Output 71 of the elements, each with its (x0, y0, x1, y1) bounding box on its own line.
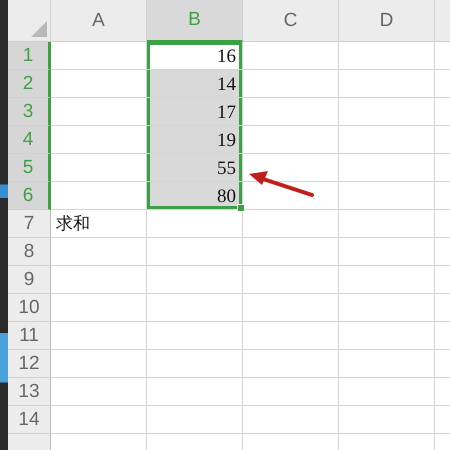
table-cell[interactable] (243, 322, 339, 350)
table-cell[interactable] (51, 406, 147, 434)
row-header[interactable]: 7 (8, 210, 51, 238)
column-header[interactable]: C (243, 0, 339, 42)
table-cell[interactable] (339, 98, 435, 126)
table-cell[interactable] (339, 266, 435, 294)
row-header[interactable]: 14 (8, 406, 51, 434)
table-cell[interactable] (243, 98, 339, 126)
table-cell[interactable] (339, 406, 435, 434)
column-header[interactable]: D (339, 0, 435, 42)
table-cell[interactable] (51, 42, 147, 70)
row-header[interactable]: 9 (8, 266, 51, 294)
table-cell[interactable] (339, 238, 435, 266)
row-header[interactable]: 13 (8, 378, 51, 406)
table-cell[interactable] (51, 238, 147, 266)
table-cell[interactable] (51, 350, 147, 378)
table-cell[interactable] (51, 322, 147, 350)
table-cell[interactable] (51, 378, 147, 406)
table-cell[interactable] (243, 154, 339, 182)
table-cell[interactable] (51, 70, 147, 98)
column-header[interactable] (435, 0, 450, 42)
table-cell[interactable] (339, 126, 435, 154)
table-cell[interactable] (147, 322, 243, 350)
table-cell[interactable] (339, 42, 435, 70)
table-cell[interactable] (243, 70, 339, 98)
row-header[interactable]: 8 (8, 238, 51, 266)
table-cell[interactable] (147, 350, 243, 378)
table-cell[interactable]: 19 (147, 126, 243, 154)
table-cell[interactable] (51, 154, 147, 182)
table-cell[interactable] (51, 266, 147, 294)
triangle-icon (31, 21, 47, 37)
table-cell[interactable] (147, 406, 243, 434)
table-cell[interactable] (243, 210, 339, 238)
table-cell[interactable] (339, 70, 435, 98)
table-cell[interactable] (243, 266, 339, 294)
table-cell[interactable] (243, 350, 339, 378)
table-cell[interactable] (243, 238, 339, 266)
table-cell[interactable] (339, 154, 435, 182)
table-cell[interactable] (339, 322, 435, 350)
table-cell[interactable] (51, 126, 147, 154)
table-cell[interactable] (243, 406, 339, 434)
table-cell[interactable]: 55 (147, 154, 243, 182)
column-header[interactable]: A (51, 0, 147, 42)
table-cell[interactable] (339, 294, 435, 322)
table-cell[interactable]: 14 (147, 70, 243, 98)
row-header[interactable]: 12 (8, 350, 51, 378)
table-cell[interactable] (243, 294, 339, 322)
row-header[interactable]: 11 (8, 322, 51, 350)
table-cell[interactable] (339, 378, 435, 406)
table-cell[interactable] (243, 126, 339, 154)
select-all-corner[interactable] (8, 0, 51, 42)
table-cell[interactable] (51, 182, 147, 210)
row-header[interactable]: 10 (8, 294, 51, 322)
table-cell[interactable] (339, 210, 435, 238)
fill-handle[interactable] (237, 204, 245, 212)
table-cell[interactable]: 17 (147, 98, 243, 126)
table-cell[interactable] (147, 294, 243, 322)
table-cell[interactable] (51, 294, 147, 322)
table-cell[interactable]: 80 (147, 182, 243, 210)
table-cell[interactable] (147, 238, 243, 266)
table-cell[interactable] (243, 378, 339, 406)
table-cell[interactable] (147, 210, 243, 238)
table-cell[interactable] (243, 182, 339, 210)
table-cell[interactable] (51, 98, 147, 126)
table-cell[interactable]: 16 (147, 42, 243, 70)
table-cell[interactable] (147, 266, 243, 294)
table-cell[interactable] (339, 182, 435, 210)
table-cell[interactable] (243, 42, 339, 70)
table-cell[interactable] (339, 350, 435, 378)
table-cell[interactable] (147, 378, 243, 406)
table-cell[interactable]: 求和 (51, 210, 147, 238)
